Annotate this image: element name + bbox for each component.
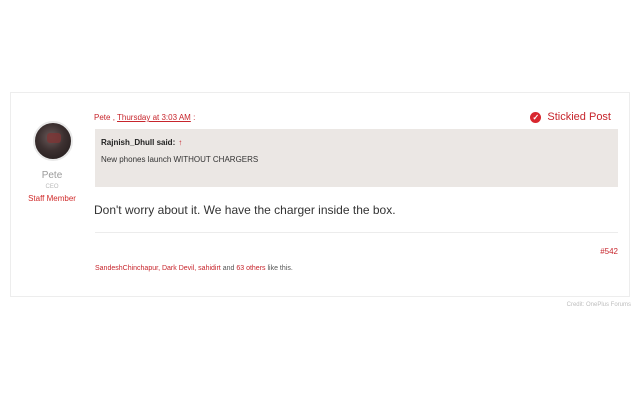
like-user-1[interactable]: SandeshChinchapur [95, 265, 158, 272]
user-role-badge: Staff Member [28, 194, 76, 203]
meta-separator: , [112, 113, 115, 122]
stickied-post-label: Stickied Post [547, 111, 611, 123]
image-credit: Credit: OnePlus Forums [566, 302, 631, 308]
user-title: CEO [45, 184, 59, 190]
meta-time-link[interactable]: Thursday at 3:03 AM [117, 113, 191, 122]
post-message: Don't worry about it. We have the charge… [94, 203, 396, 217]
quote-text: New phones launch WITHOUT CHARGERS [101, 155, 259, 164]
meta-trailing: : [193, 113, 196, 122]
post-meta: Pete , Thursday at 3:03 AM : [94, 113, 195, 122]
like-user-3[interactable]: sahidirt [198, 265, 221, 272]
meta-author-link[interactable]: Pete [94, 113, 110, 122]
likes-summary: SandeshChinchapur, Dark Devil, sahidirt … [95, 265, 293, 272]
avatar-image [47, 133, 61, 143]
avatar[interactable] [33, 121, 73, 161]
likes-suffix: like this. [267, 265, 293, 272]
like-separator-2: , [194, 265, 197, 272]
quote-block: Rajnish_Dhull said: ↑ New phones launch W… [95, 129, 618, 187]
quote-author[interactable]: Rajnish_Dhull said: ↑ [101, 138, 182, 147]
quote-jump-arrow-icon[interactable]: ↑ [178, 138, 182, 147]
stickied-post-badge: ✓ Stickied Post [530, 111, 611, 123]
likes-and: and [222, 265, 235, 272]
post-divider [95, 232, 618, 233]
quote-author-label: Rajnish_Dhull said: [101, 138, 176, 147]
user-name[interactable]: Pete [0, 170, 104, 181]
like-separator-1: , [158, 265, 161, 272]
check-circle-icon: ✓ [530, 111, 542, 123]
likes-others-link[interactable]: 63 others [236, 265, 265, 272]
post-number-link[interactable]: #542 [600, 247, 618, 256]
like-user-2[interactable]: Dark Devil [162, 265, 194, 272]
